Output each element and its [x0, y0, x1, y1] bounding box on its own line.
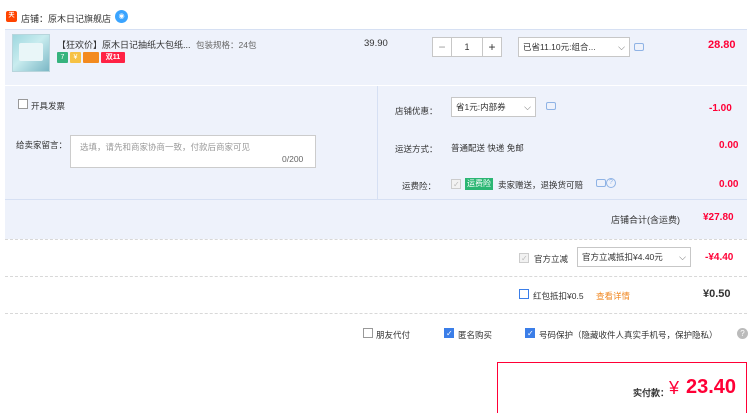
- red-packet-details-link[interactable]: 查看详情: [596, 290, 630, 302]
- insurance-value: 0.00: [719, 179, 739, 190]
- insurance-badge: 运费险: [465, 178, 493, 190]
- divider: [5, 276, 747, 277]
- official-discount-select-label: 官方立减抵扣¥4.40元: [582, 252, 663, 262]
- card-icon: [83, 52, 99, 63]
- item-promo-select-label: 已省11.10元:组合...: [523, 42, 596, 52]
- official-discount-label: 官方立减: [534, 254, 569, 264]
- red-packet-value: ¥0.50: [703, 288, 731, 300]
- quantity-input[interactable]: 1: [452, 37, 482, 57]
- pay-label: 实付款：: [633, 388, 670, 398]
- shop-subtotal-label: 店铺合计(含运费): [611, 215, 680, 225]
- official-discount-value: -¥4.40: [705, 252, 734, 263]
- shop-promo-value: -1.00: [709, 103, 732, 114]
- friend-pay-checkbox[interactable]: [363, 328, 373, 338]
- product-thumbnail[interactable]: [12, 34, 50, 72]
- tmall-icon: 天猫: [6, 11, 17, 30]
- shop-promo-select-label: 省1元:内部券: [456, 102, 506, 112]
- anonymous-checkbox[interactable]: [444, 328, 454, 339]
- insurance-checkbox: [451, 179, 461, 190]
- message-icon[interactable]: [634, 43, 644, 51]
- pay-currency: ¥: [669, 378, 680, 398]
- help-icon[interactable]: ?: [606, 178, 616, 188]
- item-spec: 包装规格：24包: [196, 40, 257, 50]
- divider: [5, 199, 747, 200]
- insurance-desc: 卖家赠送，退换货可赔: [498, 180, 584, 190]
- item-unit-price: 39.90: [364, 38, 388, 49]
- invoice-checkbox[interactable]: [18, 99, 28, 109]
- chevron-down-icon: ⌵: [618, 42, 625, 52]
- pay-amount: 23.40: [686, 376, 737, 398]
- shipping-label: 运送方式：: [395, 144, 438, 154]
- shipping-value: 0.00: [719, 140, 739, 151]
- friend-pay-label[interactable]: 朋友代付: [376, 329, 410, 341]
- shop-promo-label: 店铺优惠：: [395, 106, 438, 116]
- item-tags: 7 ¥ 双11: [57, 52, 127, 63]
- chevron-down-icon: ⌵: [524, 102, 531, 112]
- seven-day-return-icon: 7: [57, 52, 68, 63]
- phone-protect-checkbox[interactable]: [525, 328, 535, 339]
- official-discount-checkbox: [519, 253, 529, 264]
- message-icon[interactable]: [546, 102, 556, 110]
- chevron-down-icon: ⌵: [679, 252, 686, 262]
- shipping-method: 普通配送 快递 免邮: [451, 143, 524, 153]
- divider: [5, 239, 747, 240]
- message-label: 给卖家留言：: [16, 140, 68, 150]
- divider: [377, 86, 378, 199]
- insurance-label: 运费险：: [402, 181, 437, 191]
- divider: [5, 313, 747, 314]
- phone-protect-label[interactable]: 号码保护（隐藏收件人真实手机号，保护隐私）: [539, 329, 718, 341]
- anonymous-label[interactable]: 匿名购买: [458, 329, 492, 341]
- item-promo-select[interactable]: 已省11.10元:组合... ⌵: [518, 37, 630, 57]
- item-title[interactable]: 【狂欢价】原木日记抽纸大包纸...: [57, 38, 191, 51]
- decrease-button[interactable]: −: [432, 37, 452, 57]
- quantity-stepper[interactable]: − 1 +: [432, 37, 502, 57]
- shop-subtotal-value: ¥27.80: [703, 212, 734, 223]
- item-total: 28.80: [708, 39, 736, 51]
- double-11-badge: 双11: [101, 52, 125, 63]
- official-discount-select[interactable]: 官方立减抵扣¥4.40元 ⌵: [577, 247, 691, 267]
- message-placeholder: 选填，请先和商家协商一致，付款后商家可见: [80, 142, 251, 152]
- increase-button[interactable]: +: [482, 37, 502, 57]
- message-count: 0/200: [282, 154, 304, 164]
- credit-icon: ¥: [70, 52, 81, 63]
- invoice-label[interactable]: 开具发票: [31, 100, 65, 112]
- message-icon[interactable]: [596, 179, 606, 187]
- wangwang-chat-icon[interactable]: ◉: [115, 10, 128, 23]
- help-icon[interactable]: ?: [737, 328, 748, 339]
- red-packet-checkbox[interactable]: [519, 289, 529, 299]
- red-packet-label[interactable]: 红包抵扣¥0.5: [533, 290, 584, 302]
- shop-promo-select[interactable]: 省1元:内部券 ⌵: [451, 97, 536, 117]
- shop-name[interactable]: 店铺：原木日记旗舰店: [21, 12, 111, 25]
